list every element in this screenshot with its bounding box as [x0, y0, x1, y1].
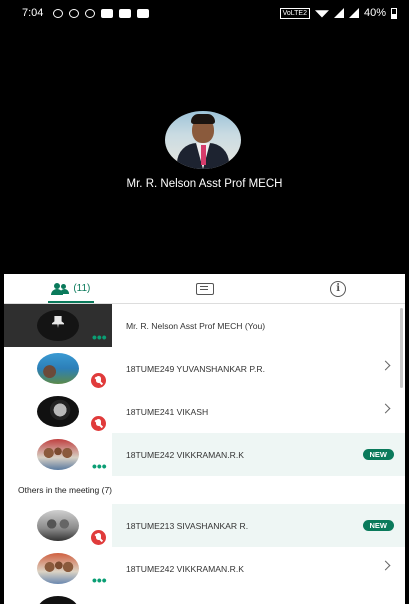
battery-icon — [391, 7, 397, 19]
host-avatar — [165, 111, 241, 169]
video-stage[interactable]: Mr. R. Nelson Asst Prof MECH — [4, 26, 405, 274]
participant-row[interactable]: 18TUME241 VIKASH — [4, 390, 405, 433]
participant-name: 18TUME241 VIKASH — [126, 406, 209, 417]
participant-row[interactable]: ••• 18TUME242 VIKKRAMAN.R.K — [4, 547, 405, 590]
tab-chat[interactable] — [138, 274, 272, 303]
tab-participants[interactable]: (11) — [4, 274, 138, 303]
scrollbar[interactable] — [400, 308, 403, 388]
battery-percent: 40% — [363, 7, 386, 19]
new-badge: NEW — [362, 449, 394, 460]
more-dots-icon: ••• — [92, 329, 107, 345]
avatar — [37, 553, 79, 584]
participant-row[interactable]: 18TUME249 YUVANSHANKAR P.R. — [4, 347, 405, 390]
participant-name: 18TUME213 SIVASHANKAR R. — [126, 520, 249, 531]
avatar — [37, 439, 79, 470]
participant-name: 18TUME242 VIKKRAMAN.R.K — [126, 563, 244, 574]
tab-info[interactable]: i — [271, 274, 405, 303]
whatsapp-icon-2 — [85, 8, 96, 18]
others-section-title: Others in the meeting (7) — [4, 476, 405, 504]
chevron-right-icon[interactable] — [380, 403, 391, 414]
new-badge: NEW — [362, 520, 394, 531]
avatar — [37, 396, 79, 427]
youtube-icon — [119, 8, 132, 18]
wifi-icon — [314, 10, 329, 18]
avatar — [37, 310, 79, 341]
avatar — [37, 353, 79, 384]
participants-count: (11) — [73, 283, 91, 294]
chevron-right-icon[interactable] — [380, 360, 391, 371]
participant-row-self[interactable]: ••• Mr. R. Nelson Asst Prof MECH (You) — [4, 304, 405, 347]
avatar — [37, 510, 79, 541]
volte-badge: VoLTE2 — [279, 7, 310, 19]
avatar — [37, 596, 79, 604]
status-time: 7:04 — [22, 7, 44, 19]
signal-icon — [333, 8, 344, 18]
meeting-panel: (11) i ••• Mr. R. Nelson Asst Prof MECH … — [4, 274, 405, 604]
participant-name: Mr. R. Nelson Asst Prof MECH (You) — [126, 320, 266, 331]
participant-row[interactable] — [4, 590, 405, 604]
host-name: Mr. R. Nelson Asst Prof MECH — [126, 178, 283, 190]
panel-tabs: (11) i — [4, 274, 405, 304]
mic-off-icon — [91, 416, 106, 431]
whatsapp-icon — [53, 8, 64, 18]
participant-row[interactable]: 18TUME213 SIVASHANKAR R. NEW — [4, 504, 405, 547]
notification-icon — [101, 8, 114, 18]
youtube-icon-2 — [137, 8, 150, 18]
chevron-right-icon[interactable] — [380, 560, 391, 571]
info-icon: i — [330, 280, 347, 297]
people-icon — [51, 283, 70, 295]
mic-off-icon — [91, 373, 106, 388]
more-dots-icon: ••• — [92, 458, 107, 474]
participant-name: 18TUME242 VIKKRAMAN.R.K — [126, 449, 244, 460]
mic-off-icon — [91, 530, 106, 545]
participant-name: 18TUME249 YUVANSHANKAR P.R. — [126, 363, 265, 374]
signal-icon-2 — [348, 8, 359, 18]
status-bar: 7:04 VoLTE2 40% — [0, 0, 409, 26]
message-icon — [69, 8, 80, 18]
chat-icon — [195, 282, 214, 295]
more-dots-icon: ••• — [92, 572, 107, 588]
participant-row[interactable]: ••• 18TUME242 VIKKRAMAN.R.K NEW — [4, 433, 405, 476]
